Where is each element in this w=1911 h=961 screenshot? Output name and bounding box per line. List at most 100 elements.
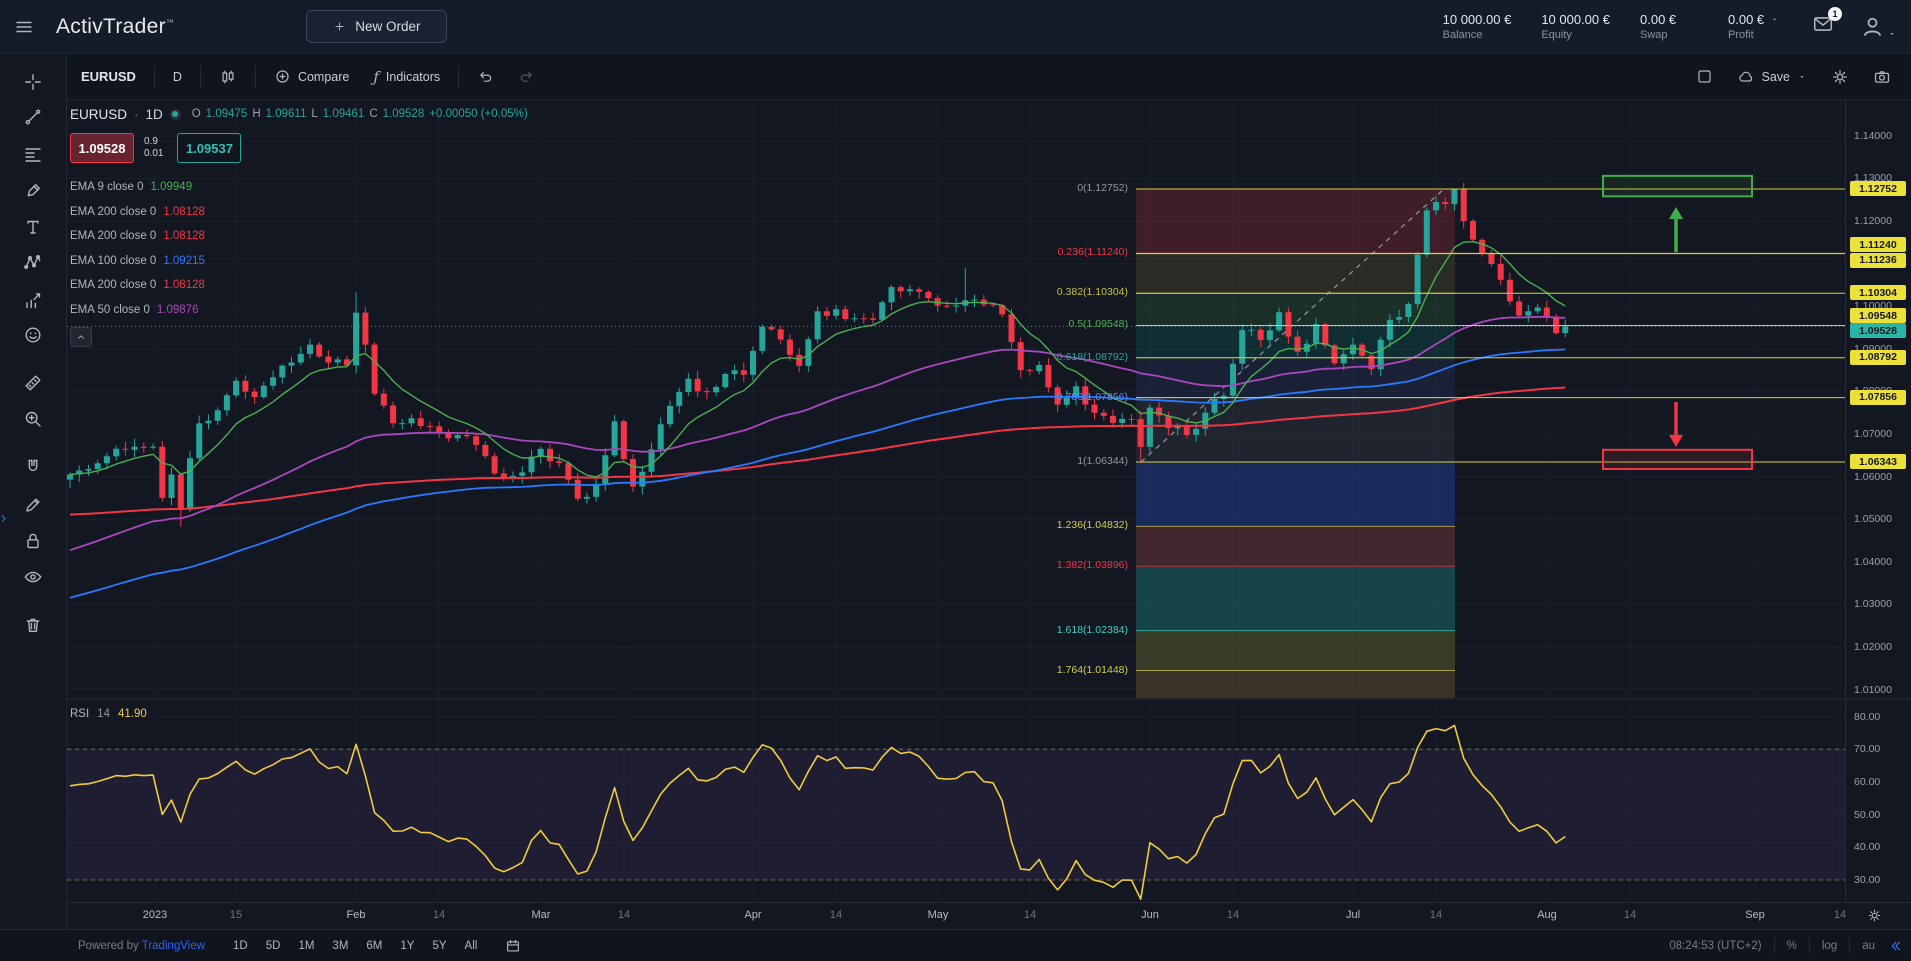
range-5y[interactable]: 5Y xyxy=(424,936,454,956)
indicator-label: EMA 50 close 0 xyxy=(70,304,150,316)
fib-level-label[interactable]: 0.786(1.07856) xyxy=(928,391,1128,403)
indicator-value: 1.08128 xyxy=(163,279,205,291)
new-order-button[interactable]: New Order xyxy=(306,10,447,43)
menu-icon[interactable] xyxy=(14,17,34,37)
fib-retracement-tool[interactable] xyxy=(13,141,53,169)
fib-level-label[interactable]: 0(1.12752) xyxy=(928,182,1128,194)
rsi-tick: 30.00 xyxy=(1854,874,1880,886)
symbol-search-button[interactable]: EURUSD xyxy=(71,63,146,90)
zoom-tool[interactable] xyxy=(13,405,53,433)
magnet-tool[interactable] xyxy=(13,453,53,481)
indicators-button[interactable]: ƒ Indicators xyxy=(363,62,450,92)
time-label-Mar: Mar xyxy=(532,909,551,921)
hide-all-drawings-tool[interactable] xyxy=(13,563,53,591)
fib-level-label[interactable]: 0.382(1.10304) xyxy=(928,286,1128,298)
account-metrics: 10 000.00 €Balance10 000.00 €Equity0.00 … xyxy=(1443,12,1786,41)
range-3m[interactable]: 3M xyxy=(324,936,356,956)
legend-symbol[interactable]: EURUSD xyxy=(70,107,127,122)
fib-level-label[interactable]: 1.382(1.03896) xyxy=(928,559,1128,571)
tradingview-link[interactable]: TradingView xyxy=(142,940,205,952)
time-label-Aug: Aug xyxy=(1537,909,1557,921)
spread-readout: 0.9 0.01 xyxy=(144,136,163,160)
range-6m[interactable]: 6M xyxy=(358,936,390,956)
notifications-button[interactable]: 1 xyxy=(1812,13,1834,40)
indicator-legend-row[interactable]: EMA 9 close 01.09949 xyxy=(70,175,528,200)
interval-button[interactable]: D xyxy=(163,64,192,90)
fib-level-label[interactable]: 1(1.06344) xyxy=(928,455,1128,467)
chart-toolbar: EURUSD D Compare ƒ Indicators Save xyxy=(67,54,1911,100)
indicator-legend-row[interactable]: EMA 100 close 01.09215 xyxy=(70,249,528,274)
forecast-icon xyxy=(23,291,43,311)
brush-tool[interactable] xyxy=(13,177,53,205)
indicator-legend-row[interactable]: EMA 200 close 01.08128 xyxy=(70,273,528,298)
buy-price-button[interactable]: 1.09537 xyxy=(177,133,241,163)
screenshot-button[interactable] xyxy=(1863,62,1901,92)
time-axis-settings-icon[interactable] xyxy=(1867,908,1882,923)
go-to-date-icon[interactable] xyxy=(505,938,521,954)
account-menu-button[interactable] xyxy=(1860,14,1897,39)
range-5d[interactable]: 5D xyxy=(258,936,289,956)
indicator-value: 1.09949 xyxy=(151,181,193,193)
crosshair-tool[interactable] xyxy=(13,68,53,96)
range-1d[interactable]: 1D xyxy=(225,936,256,956)
remove-objects-tool[interactable] xyxy=(13,611,53,639)
magnet-icon xyxy=(23,457,43,477)
divider xyxy=(1849,938,1850,953)
price-tick: 1.01000 xyxy=(1854,684,1892,696)
object-tree-toggle[interactable] xyxy=(0,512,10,530)
time-label-14: 14 xyxy=(1834,909,1846,921)
range-all[interactable]: All xyxy=(457,936,486,956)
redo-button[interactable] xyxy=(508,62,545,91)
clock[interactable]: 08:24:53 (UTC+2) xyxy=(1669,940,1761,952)
collapse-panel-icon[interactable] xyxy=(1887,938,1903,954)
legend-interval[interactable]: 1D xyxy=(146,107,163,122)
time-label-Jun: Jun xyxy=(1141,909,1159,921)
indicator-label: EMA 100 close 0 xyxy=(70,255,156,267)
drawing-mode-tool[interactable] xyxy=(13,491,53,519)
forecast-tool[interactable] xyxy=(13,287,53,315)
powered-by: Powered by TradingView xyxy=(78,940,205,952)
range-1m[interactable]: 1M xyxy=(290,936,322,956)
undo-button[interactable] xyxy=(467,62,504,91)
candlestick-icon xyxy=(219,68,237,86)
emoji-tool[interactable] xyxy=(13,321,53,349)
fib-level-label[interactable]: 0.5(1.09548) xyxy=(928,318,1128,330)
chart-style-button[interactable] xyxy=(209,62,247,92)
time-label-14: 14 xyxy=(830,909,842,921)
chart-settings-button[interactable] xyxy=(1821,62,1859,92)
auto-scale-button[interactable]: au xyxy=(1862,940,1875,952)
fib-level-label[interactable]: 1.236(1.04832) xyxy=(928,519,1128,531)
percent-scale-button[interactable]: % xyxy=(1787,940,1797,952)
lock-all-drawings-tool[interactable] xyxy=(13,527,53,555)
fib-level-label[interactable]: 0.236(1.11240) xyxy=(928,246,1128,258)
log-scale-button[interactable]: log xyxy=(1822,940,1837,952)
fib-level-label[interactable]: 0.618(1.08792) xyxy=(928,351,1128,363)
save-button[interactable]: Save xyxy=(1727,62,1818,92)
rsi-legend[interactable]: RSI 14 41.90 xyxy=(70,708,147,720)
compare-button[interactable]: Compare xyxy=(264,62,359,91)
indicator-legend-row[interactable]: EMA 200 close 01.08128 xyxy=(70,224,528,249)
price-axis[interactable]: 1.140001.130001.120001.110001.100001.090… xyxy=(1845,100,1911,902)
layout-button[interactable] xyxy=(1686,62,1723,91)
activtrader-app: 0(1.12752) 0.236(1.11240) 0.382(1.10304) 0.… xyxy=(0,0,1911,961)
camera-icon xyxy=(1873,68,1891,86)
legend-collapse-button[interactable] xyxy=(70,327,92,347)
brush-icon xyxy=(23,181,43,201)
text-tool[interactable] xyxy=(13,213,53,241)
measure-tool[interactable] xyxy=(13,369,53,397)
caret-down-icon[interactable] xyxy=(1770,15,1779,24)
time-axis[interactable]: 202315Feb14Mar14Apr14May14Jun14Jul14Aug1… xyxy=(67,902,1911,929)
chart-legend: EURUSD · 1D O1.09475 H1.09611 L1.09461 C… xyxy=(70,104,528,347)
time-label-May: May xyxy=(928,909,949,921)
fib-level-label[interactable]: 1.618(1.02384) xyxy=(928,624,1128,636)
sell-price-button[interactable]: 1.09528 xyxy=(70,133,134,163)
indicator-legend-row[interactable]: EMA 200 close 01.08128 xyxy=(70,200,528,225)
pattern-tool[interactable] xyxy=(13,248,53,276)
time-label-Apr: Apr xyxy=(744,909,761,921)
range-1y[interactable]: 1Y xyxy=(392,936,422,956)
rsi-value: 41.90 xyxy=(118,708,147,720)
trend-line-tool[interactable] xyxy=(13,103,53,131)
indicator-legend-row[interactable]: EMA 50 close 01.09876 xyxy=(70,298,528,323)
fib-level-label[interactable]: 1.764(1.01448) xyxy=(928,664,1128,676)
app-header: ActivTrader™ New Order 10 000.00 €Balanc… xyxy=(0,0,1911,54)
